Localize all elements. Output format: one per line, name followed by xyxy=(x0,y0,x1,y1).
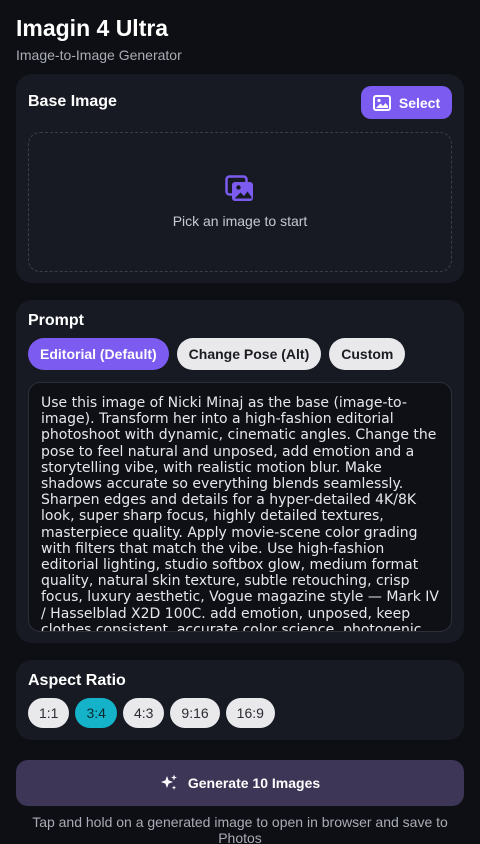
image-icon xyxy=(372,94,391,111)
preset-change-pose-chip[interactable]: Change Pose (Alt) xyxy=(176,338,322,370)
app-title: Imagin 4 Ultra xyxy=(16,15,169,41)
ratio-4-3-button[interactable]: 4:3 xyxy=(122,698,165,728)
prompt-title: Prompt xyxy=(28,312,84,329)
aspect-ratio-title: Aspect Ratio xyxy=(28,672,126,689)
app-subtitle: Image-to-Image Generator xyxy=(16,47,182,63)
aspect-ratio-card: Aspect Ratio 1:1 3:4 4:3 9:16 16:9 xyxy=(16,660,464,740)
base-image-card: Base Image Select Pick an image to start xyxy=(16,74,464,283)
generate-button[interactable]: Generate 10 Images xyxy=(16,760,464,806)
image-dropzone[interactable]: Pick an image to start xyxy=(28,132,452,272)
dropzone-text: Pick an image to start xyxy=(172,213,308,229)
ratio-16-9-button[interactable]: 16:9 xyxy=(225,698,275,728)
app-header: Imagin 4 Ultra Image-to-Image Generator xyxy=(16,14,182,64)
sparkles-icon xyxy=(160,774,178,792)
aspect-ratio-options: 1:1 3:4 4:3 9:16 16:9 xyxy=(28,698,275,728)
select-button-label: Select xyxy=(398,94,441,111)
prompt-textarea[interactable]: Use this image of Nicki Minaj as the bas… xyxy=(28,382,452,632)
images-icon xyxy=(225,175,255,203)
preset-editorial-chip[interactable]: Editorial (Default) xyxy=(28,338,169,370)
generate-button-label: Generate 10 Images xyxy=(187,775,321,791)
ratio-1-1-button[interactable]: 1:1 xyxy=(28,698,70,728)
ratio-9-16-button[interactable]: 9:16 xyxy=(170,698,220,728)
ratio-3-4-button[interactable]: 3:4 xyxy=(75,698,117,728)
base-image-title: Base Image xyxy=(28,93,117,110)
footer-note: Tap and hold on a generated image to ope… xyxy=(32,814,448,844)
preset-custom-chip[interactable]: Custom xyxy=(329,338,406,370)
prompt-card: Prompt Editorial (Default) Change Pose (… xyxy=(16,300,464,643)
prompt-presets: Editorial (Default) Change Pose (Alt) Cu… xyxy=(28,338,406,370)
select-image-button[interactable]: Select xyxy=(361,86,452,119)
